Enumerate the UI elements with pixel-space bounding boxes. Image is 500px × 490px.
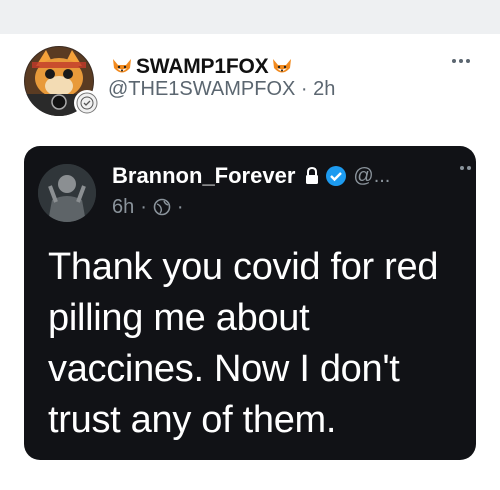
more-dots-icon — [460, 166, 471, 170]
embedded-avatar — [38, 164, 96, 222]
separator-dot: · — [176, 195, 184, 218]
embedded-timestamp: 6h — [112, 195, 135, 218]
embedded-header: Brannon_Forever @... — [112, 160, 390, 192]
timestamp[interactable]: 2h — [313, 78, 335, 100]
fox-emoji-icon — [113, 59, 131, 73]
embedded-display-name: Brannon_Forever — [112, 163, 296, 188]
embedded-tweet-text: Thank you covid for red pilling me about… — [48, 246, 439, 441]
verified-badge-icon — [326, 166, 347, 186]
display-name[interactable]: SWAMP1FOX — [136, 55, 269, 79]
top-divider-band — [0, 0, 500, 34]
avatar-badge — [74, 90, 100, 116]
separator-dot: · — [140, 195, 147, 218]
embedded-handle: @... — [353, 164, 391, 187]
person-avatar-icon — [38, 164, 96, 222]
globe-icon — [153, 198, 171, 216]
lock-icon — [306, 167, 319, 184]
handle-line: @THE1SWAMPFOX · 2h — [108, 78, 335, 101]
embedded-tweet-screenshot[interactable]: Brannon_Forever @... 6h · · Thank you co… — [24, 146, 476, 460]
embedded-meta: 6h · · — [112, 194, 184, 220]
separator-dot: · — [300, 78, 308, 100]
badge-icon — [76, 92, 98, 114]
more-dots-icon[interactable] — [444, 54, 478, 68]
fox-emoji-icon — [273, 59, 292, 73]
tweet[interactable]: SWAMP1FOX @THE1SWAMPFOX · 2h Brannon_For… — [0, 34, 500, 490]
user-handle[interactable]: @THE1SWAMPFOX — [108, 78, 295, 100]
